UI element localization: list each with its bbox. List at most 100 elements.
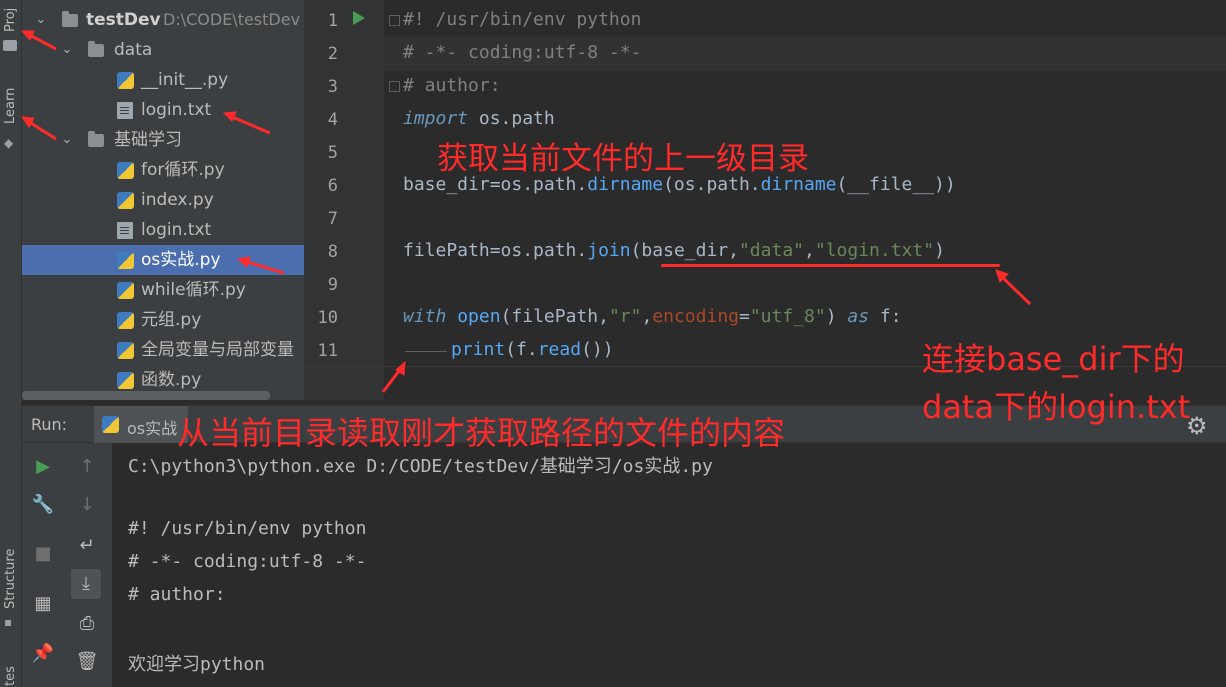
project-tab-label: Proj [3,7,18,32]
folder-icon [3,40,17,51]
tree-item[interactable]: index.py [22,185,304,215]
keyword-argument: encoding [652,306,739,327]
tree-item-label: os实战.py [141,250,221,270]
run-panel-title: Run: [31,415,68,434]
scroll-to-end-icon[interactable]: ⤓ [71,569,101,599]
tree-item[interactable]: login.txt [22,215,304,245]
python-file-icon [117,282,134,299]
python-file-icon [117,312,134,329]
folder-icon [62,11,78,27]
folder-icon [88,131,104,147]
chevron-down-icon[interactable]: ⌄ [60,125,74,155]
tree-item-label: login.txt [141,220,212,240]
fold-marker-icon[interactable] [389,15,400,26]
code-text: = [739,306,750,327]
rerun-icon[interactable]: ▶ [28,452,58,482]
tree-folder-data[interactable]: ⌄ data [22,35,304,65]
annotation-read-file: 从当前目录读取刚才获取路径的文件的内容 [177,414,786,452]
string-literal: "data" [738,240,804,261]
tree-item[interactable]: __init__.py [22,65,304,95]
line-number: 3 [327,77,338,97]
print-icon[interactable]: ⎙ [72,609,102,639]
run-gutter-icon[interactable] [353,11,365,25]
trash-icon[interactable]: 🗑 [72,647,102,677]
fold-marker-icon[interactable] [389,81,400,92]
tree-item-label: for循环.py [141,160,225,180]
learn-tool-tab[interactable]: Learn [0,80,22,140]
extra-tool-tab[interactable]: tes [0,660,22,687]
indent-guide [405,351,447,352]
python-file-icon [117,252,134,269]
root-name: testDev [86,10,161,30]
python-file-icon [117,372,134,389]
wrench-icon[interactable]: 🔧 [28,490,58,520]
annotation-join-line1: 连接base_dir下的 [922,340,1185,378]
run-config-tab[interactable]: os实战 [94,406,188,444]
chevron-down-icon[interactable]: ⌄ [34,5,48,35]
tree-item[interactable]: 全局变量与局部变量 [22,335,304,365]
run-toolbar: ▶ ↑ 🔧 ↓ ■ ↵ ⤓ ▦ ⎙ 📌 🗑 [22,443,112,687]
code-text: ()) [581,339,614,360]
line-number: 5 [327,143,338,163]
code-text: , [641,306,653,327]
structure-icon: ▪ [4,615,13,629]
tree-item[interactable]: login.txt [22,95,304,125]
python-file-icon [102,416,119,433]
code-line-10: with open(filePath,"r",encoding="utf_8")… [403,306,902,327]
code-text: ) [934,240,945,261]
project-tool-tab[interactable]: Proj [0,0,22,70]
tree-folder-basics[interactable]: ⌄ 基础学习 [22,125,304,155]
code-line-4: import os.path [403,108,555,129]
keyword: as [847,306,870,327]
project-horizontal-scrollbar[interactable] [22,391,270,400]
code-text: f: [869,306,902,327]
tree-item-label: while循环.py [141,280,246,300]
console-line: C:\python3\python.exe D:/CODE/testDev/基础… [128,456,713,477]
tree-item[interactable]: while循环.py [22,275,304,305]
tree-item-label: index.py [141,190,214,210]
soft-wrap-icon[interactable]: ↵ [72,531,102,561]
string-literal: "r" [608,306,642,327]
python-file-icon [117,162,134,179]
console-line: #! /usr/bin/env python [128,518,367,539]
code-line-2: # -*- coding:utf-8 -*- [403,42,642,63]
extra-tab-label: tes [3,666,18,686]
line-number: 4 [327,110,338,130]
keyword: with [403,306,447,327]
arrow-up-icon[interactable]: ↑ [72,452,102,482]
arrow-down-icon[interactable]: ↓ [72,490,102,520]
line-number: 8 [327,242,338,262]
tree-item[interactable]: for循环.py [22,155,304,185]
console-line: # -*- coding:utf-8 -*- [128,551,367,572]
code-line-11: print(f.read()) [451,339,614,360]
tree-item-label: 全局变量与局部变量 [141,340,294,360]
chevron-down-icon[interactable]: ⌄ [60,35,74,65]
code-text: (__file__)) [836,174,956,195]
tree-item-selected[interactable]: os实战.py [22,245,304,275]
tree-item-label: 元组.py [141,310,202,330]
folder-icon [88,41,104,57]
run-console[interactable]: C:\python3\python.exe D:/CODE/testDev/基础… [112,443,1226,687]
code-text: (base_dir, [630,240,739,261]
line-number: 11 [317,341,338,361]
line-number: 10 [317,308,338,328]
code-text: (filePath, [500,306,609,327]
line-number: 1 [327,11,338,31]
learn-tab-label: Learn [3,87,18,124]
structure-tab-label: Structure [3,548,18,609]
project-tree: ⌄ testDev D:\CODE\testDev ⌄ data __init_… [22,0,304,400]
text-file-icon [117,102,133,119]
structure-tool-tab[interactable]: Structure [0,535,22,625]
python-file-icon [117,72,134,89]
layout-icon[interactable]: ▦ [28,589,58,619]
text-file-icon [117,222,133,239]
code-text: ) [825,306,848,327]
tree-root[interactable]: ⌄ testDev D:\CODE\testDev [22,5,304,35]
tree-item[interactable]: 元组.py [22,305,304,335]
pin-icon[interactable]: 📌 [28,639,58,669]
root-path: D:\CODE\testDev [163,10,301,29]
stop-icon[interactable]: ■ [28,539,58,569]
python-file-icon [117,192,134,209]
console-line: # author: [128,584,226,605]
line-number: 7 [327,209,338,229]
